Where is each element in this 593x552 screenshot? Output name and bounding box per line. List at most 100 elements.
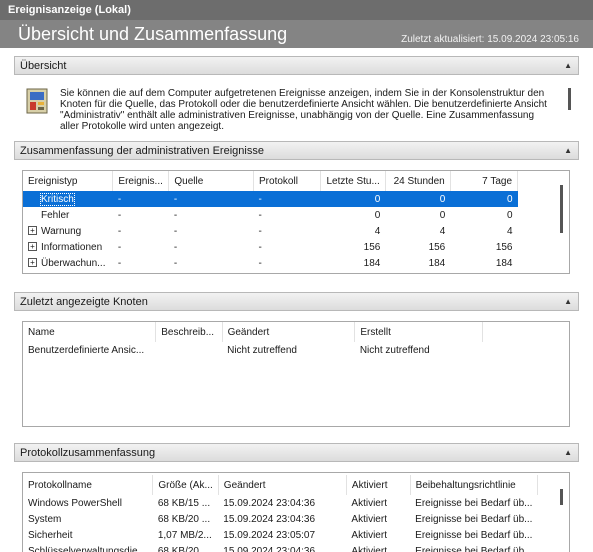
log-size-cell: 68 KB/20 ... [157, 545, 211, 552]
admin-summary-table-panel: Ereignistyp Ereignis... Quelle Protokoll… [22, 170, 570, 274]
column-header[interactable]: Geändert [222, 322, 356, 342]
column-header[interactable]: Ereignistyp [23, 171, 114, 191]
event-type-cell: + Informationen [23, 239, 113, 255]
source-cell: - [173, 257, 178, 269]
collapse-arrow-icon[interactable]: ▲ [564, 146, 572, 155]
window-title: Ereignisanzeige (Lokal) [0, 0, 593, 20]
node-description [156, 342, 222, 358]
log-retention-cell: Ereignisse bei Bedarf üb... [415, 545, 533, 552]
log-cell: - [258, 225, 262, 237]
log-enabled-cell: Aktiviert [351, 529, 387, 541]
log-cell: - [258, 209, 262, 221]
log-cell: - [258, 241, 262, 253]
log-summary-section-title: Protokollzusammenfassung [20, 447, 156, 459]
table-row[interactable]: + Warnung - - - 4 4 4 [23, 223, 518, 239]
event-id-cell: - [117, 257, 122, 269]
expand-icon[interactable]: + [28, 258, 37, 268]
24h-cell: 156 [428, 241, 446, 253]
node-created: Nicht zutreffend [359, 344, 430, 356]
table-row[interactable]: Sicherheit 1,07 MB/2... 15.09.2024 23:05:0… [23, 527, 538, 543]
recent-nodes-table: Name Beschreib... Geändert Erstellt Benu… [23, 322, 483, 358]
column-header[interactable]: Letzte Stu... [320, 171, 386, 191]
log-summary-section-header[interactable]: Protokollzusammenfassung ▲ [14, 443, 579, 462]
table-row[interactable]: Benutzerdefinierte Ansic... Nicht zutref… [23, 342, 483, 358]
column-header[interactable]: Beschreib... [155, 322, 223, 342]
log-summary-scrollbar[interactable] [560, 489, 563, 505]
log-size-cell: 68 KB/15 ... [157, 497, 211, 509]
column-header[interactable]: 7 Tage [450, 171, 519, 191]
collapse-arrow-icon[interactable]: ▲ [564, 448, 572, 457]
node-changed: Nicht zutreffend [227, 344, 297, 356]
page-title: Übersicht und Zusammenfassung [18, 24, 288, 44]
collapse-arrow-icon[interactable]: ▲ [564, 297, 572, 306]
table-row[interactable]: Kritisch - - -0 0 0 [23, 191, 518, 207]
table-row[interactable]: Windows PowerShell 68 KB/15 ... 15.09.2024… [23, 495, 538, 511]
log-cell: - [253, 191, 321, 207]
admin-summary-section-header[interactable]: Zusammenfassung der administrativen Erei… [14, 141, 579, 160]
admin-summary-scrollbar[interactable] [560, 185, 563, 233]
log-enabled-cell: Aktiviert [351, 497, 387, 509]
last-hour-cell: 4 [374, 225, 381, 237]
log-retention-cell: Ereignisse bei Bedarf üb... [415, 497, 533, 509]
column-header[interactable]: Protokollname [23, 475, 154, 495]
recent-nodes-section-header[interactable]: Zuletzt angezeigte Knoten ▲ [14, 292, 579, 311]
7d-cell: 4 [506, 225, 513, 237]
event-type-label: Überwachun... [41, 257, 106, 269]
event-type-label: Fehler [41, 209, 70, 221]
recent-nodes-section-title: Zuletzt angezeigte Knoten [20, 296, 148, 308]
event-viewer-icon [26, 88, 48, 114]
7d-cell: 0 [450, 191, 518, 207]
source-cell: - [168, 191, 254, 207]
last-hour-cell: 184 [363, 257, 381, 269]
log-name-cell: Schlüsselverwaltungsdie... [28, 545, 146, 552]
table-row[interactable]: + Überwachun... - - -184 184 184 [23, 255, 518, 271]
table-row[interactable]: Fehler - - - 0 0 0 [23, 207, 518, 223]
table-row[interactable]: + Informationen - - - 156 156 156 [23, 239, 518, 255]
expand-icon[interactable]: + [28, 226, 37, 236]
event-type-label: Kritisch [40, 192, 75, 206]
log-retention-cell: Ereignisse bei Bedarf üb... [415, 513, 533, 525]
log-name-cell: Sicherheit [28, 529, 73, 541]
7d-cell: 184 [495, 257, 513, 269]
log-changed-cell: 15.09.2024 23:05:07 [223, 529, 316, 541]
column-header[interactable]: Geändert [218, 475, 347, 495]
24h-cell: 0 [385, 191, 451, 207]
log-name-cell: Windows PowerShell [28, 497, 122, 509]
24h-cell: 184 [428, 257, 446, 269]
event-id-cell: - [112, 191, 169, 207]
table-row[interactable]: Schlüsselverwaltungsdie... 68 KB/20 ... 15… [23, 543, 538, 552]
last-hour-cell: 156 [363, 241, 381, 253]
log-size-cell: 68 KB/20 ... [157, 513, 211, 525]
column-header[interactable]: Erstellt [354, 322, 483, 342]
recent-nodes-header-row: Name Beschreib... Geändert Erstellt [23, 322, 483, 342]
log-changed-cell: 15.09.2024 23:04:36 [223, 545, 316, 552]
event-type-cell: + Warnung [23, 223, 113, 239]
column-header[interactable]: Protokoll [253, 171, 322, 191]
column-header[interactable]: Größe (Ak... [152, 475, 219, 495]
log-enabled-cell: Aktiviert [351, 545, 387, 552]
column-header[interactable]: Name [23, 322, 157, 342]
log-summary-header-row: Protokollname Größe (Ak... Geändert Akti… [23, 475, 539, 495]
log-summary-table-panel: Protokollname Größe (Ak... Geändert Akti… [22, 472, 570, 552]
admin-summary-table: Ereignistyp Ereignis... Quelle Protokoll… [23, 171, 519, 271]
overview-description: Sie können die auf dem Computer aufgetre… [60, 88, 547, 132]
table-row[interactable]: System 68 KB/20 ... 15.09.2024 23:04:36 Akt… [23, 511, 538, 527]
column-header[interactable]: Quelle [168, 171, 255, 191]
column-header[interactable]: Beibehaltungsrichtlinie [410, 475, 539, 495]
admin-summary-section-title: Zusammenfassung der administrativen Erei… [20, 145, 264, 157]
overview-section-title: Übersicht [20, 60, 67, 72]
column-header[interactable]: 24 Stunden [385, 171, 451, 191]
overview-scrollbar[interactable] [568, 88, 571, 110]
column-header[interactable]: Ereignis... [112, 171, 170, 191]
7d-cell: 0 [506, 209, 513, 221]
event-type-cell: Kritisch [23, 191, 113, 207]
event-type-cell: + Überwachun... [23, 255, 113, 271]
expand-icon[interactable]: + [28, 242, 37, 252]
log-name-cell: System [28, 513, 62, 525]
log-summary-table: Protokollname Größe (Ak... Geändert Akti… [23, 475, 539, 552]
event-type-label: Warnung [41, 225, 82, 237]
overview-section-header[interactable]: Übersicht ▲ [14, 56, 579, 75]
collapse-arrow-icon[interactable]: ▲ [564, 61, 572, 70]
column-header[interactable]: Aktiviert [346, 475, 411, 495]
source-cell: - [173, 241, 178, 253]
